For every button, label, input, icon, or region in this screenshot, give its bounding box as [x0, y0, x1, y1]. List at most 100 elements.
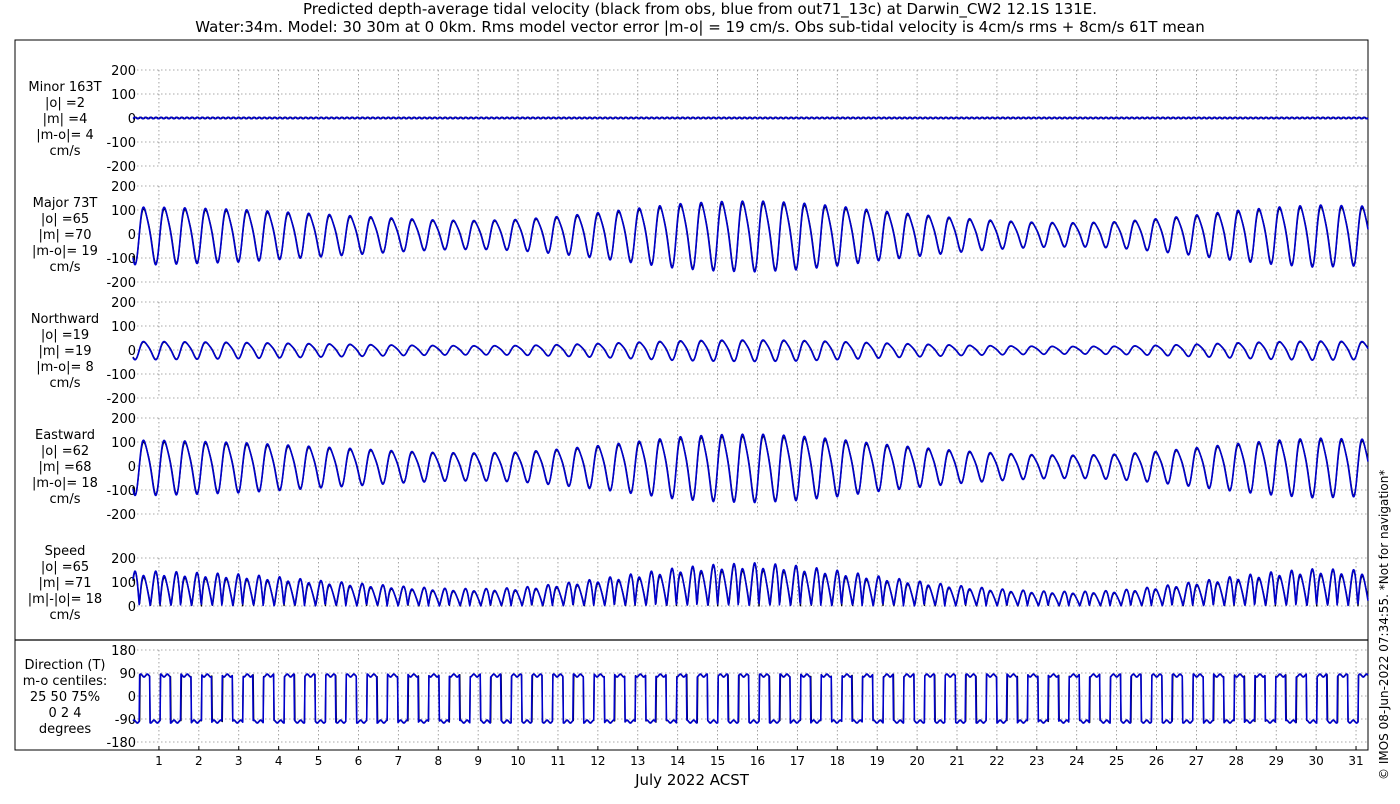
panel-label-line: Speed: [45, 544, 86, 559]
y-tick-label: -100: [106, 368, 136, 383]
panel-label-line: |o| =65: [41, 212, 89, 227]
panel-label-line: Direction (T): [25, 658, 106, 673]
y-tick-label: 100: [111, 88, 136, 103]
x-tick-label: 22: [989, 754, 1004, 768]
y-tick-label: 0: [128, 228, 136, 243]
y-tick-label: 100: [111, 436, 136, 451]
y-tick-label: -200: [106, 276, 136, 291]
chart-title-line1: Predicted depth-average tidal velocity (…: [303, 0, 1097, 19]
y-tick-label: 200: [111, 412, 136, 427]
x-tick-label: 20: [909, 754, 924, 768]
series-obs-major: [132, 202, 1369, 272]
x-tick-label: 31: [1348, 754, 1363, 768]
x-tick-label: 3: [235, 754, 243, 768]
panel-label-line: |m-o|= 8: [36, 360, 94, 375]
panel-label-line: |m| =68: [39, 460, 92, 475]
x-tick-label: 25: [1109, 754, 1124, 768]
panel-eastward: -200 -100 0 100 200 Eastward|o| =62|m| =68|m-…: [32, 412, 1369, 523]
x-tick-label: 23: [1029, 754, 1044, 768]
y-tick-label: -100: [106, 484, 136, 499]
figure-frame: [14, 39, 1369, 751]
panel-label-line: |m-o|= 4: [36, 128, 94, 143]
y-tick-label: -100: [106, 136, 136, 151]
y-tick-label: 100: [111, 576, 136, 591]
x-tick-label: 9: [474, 754, 482, 768]
chart-title-line2: Water:34m. Model: 30 30m at 0 0km. Rms m…: [195, 18, 1204, 36]
x-tick-label: 15: [710, 754, 725, 768]
panel-label-line: 25 50 75%: [30, 690, 100, 705]
x-tick-label: 6: [355, 754, 363, 768]
x-tick-label: 10: [510, 754, 525, 768]
y-tick-label: 200: [111, 180, 136, 195]
y-tick-label: -180: [106, 736, 136, 751]
watermark: © IMOS 08-Jun-2022 07:34:55. *Not for na…: [1377, 470, 1391, 780]
x-tick-label: 5: [315, 754, 323, 768]
panel-northward: -200 -100 0 100 200 Northward|o| =19|m| =19|m…: [31, 296, 1369, 407]
panels-group: -200-1000100200Minor 163T|o| =2|m| =4|m-…: [23, 64, 1369, 751]
x-tick-label: 16: [750, 754, 765, 768]
panel-major: -200 -100 0 100 200 Major 73T|o| =65|m| =70|m…: [32, 180, 1369, 291]
panel-label-line: Major 73T: [33, 196, 98, 211]
panel-label-line: |m-o|= 18: [32, 476, 98, 491]
y-tick-label: -200: [106, 508, 136, 523]
x-tick-label: 17: [790, 754, 805, 768]
x-tick-label: 27: [1189, 754, 1204, 768]
panel-label-line: |m| =19: [39, 344, 92, 359]
x-tick-label: 21: [949, 754, 964, 768]
x-tick-label: 24: [1069, 754, 1084, 768]
series-model-speed: [132, 562, 1369, 607]
panel-minor: -200 -100 0 100 200 Minor 163T|o| =2|m| =4|m-…: [28, 64, 1369, 175]
chart-canvas: Predicted depth-average tidal velocity (…: [14, 0, 1391, 789]
panel-label-line: |o| =19: [41, 328, 89, 343]
y-tick-label: -200: [106, 392, 136, 407]
x-tick-label: 13: [630, 754, 645, 768]
series-model-major: [132, 200, 1369, 273]
x-tick-label: 8: [434, 754, 442, 768]
x-axis: 1 2 3 4 5 6 7 8 9 10 11 12 13 14 15 16 17 18 19 20 21 22 23 24 2…: [155, 746, 1364, 768]
panel-label-line: cm/s: [50, 376, 81, 391]
chart-figure: Predicted depth-average tidal velocity (…: [0, 0, 1400, 800]
panel-label-line: |o| =62: [41, 444, 89, 459]
y-tick-label: 200: [111, 296, 136, 311]
panel-label-line: cm/s: [50, 492, 81, 507]
y-tick-label: 200: [111, 64, 136, 79]
panel-speed: 0 100 200 Speed|o| =65|m| =71|m|-|o|= 18cm/…: [28, 544, 1369, 623]
panel-label-line: Northward: [31, 312, 99, 327]
y-tick-label: 0: [128, 460, 136, 475]
x-tick-label: 7: [395, 754, 403, 768]
panel-label-line: |o| =65: [41, 560, 89, 575]
x-tick-label: 29: [1269, 754, 1284, 768]
x-tick-label: 4: [275, 754, 283, 768]
x-tick-label: 19: [870, 754, 885, 768]
panel-label-line: cm/s: [50, 260, 81, 275]
y-tick-label: 200: [111, 552, 136, 567]
y-tick-label: 0: [128, 112, 136, 127]
y-tick-label: 100: [111, 320, 136, 335]
x-tick-label: 12: [590, 754, 605, 768]
x-axis-label: July 2022 ACST: [634, 771, 750, 789]
y-tick-label: 0: [128, 344, 136, 359]
panel-label-line: Eastward: [35, 428, 95, 443]
y-tick-label: -100: [106, 252, 136, 267]
panel-label-line: |o| =2: [45, 96, 85, 111]
x-tick-label: 26: [1149, 754, 1164, 768]
panel-label-line: |m|-|o|= 18: [28, 592, 102, 607]
panel-label-line: degrees: [39, 722, 92, 737]
y-tick-label: -200: [106, 160, 136, 175]
x-tick-label: 1: [155, 754, 163, 768]
x-tick-label: 14: [670, 754, 685, 768]
series-model-eastward: [132, 433, 1369, 504]
y-tick-label: 0: [128, 690, 136, 705]
panel-label-line: |m-o|= 19: [32, 244, 98, 259]
x-tick-label: 11: [550, 754, 565, 768]
panel-label-line: m-o centiles:: [23, 674, 108, 689]
panel-direction: -180-90090180Direction (T)m-o centiles:2…: [23, 644, 1369, 751]
panel-label-line: |m| =71: [39, 576, 92, 591]
x-tick-label: 2: [195, 754, 203, 768]
y-tick-label: 100: [111, 204, 136, 219]
panel-label-line: |m| =70: [39, 228, 92, 243]
x-tick-label: 30: [1308, 754, 1323, 768]
panel-label-line: |m| =4: [43, 112, 88, 127]
x-tick-label: 18: [830, 754, 845, 768]
y-tick-label: 0: [128, 600, 136, 615]
